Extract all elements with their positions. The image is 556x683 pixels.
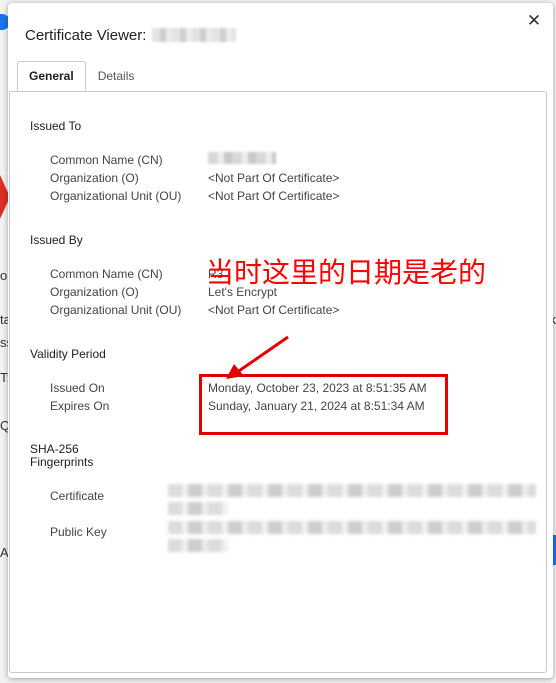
redacted-public-key-fingerprint xyxy=(168,521,536,534)
issued-by-org-label: Organization (O) xyxy=(50,285,139,299)
annotation-highlight-box xyxy=(199,374,448,435)
redacted-domain xyxy=(152,28,237,42)
dialog-title: Certificate Viewer: xyxy=(25,27,237,44)
issued-to-cn-label: Common Name (CN) xyxy=(50,153,163,167)
certificate-fingerprint-label: Certificate xyxy=(50,489,105,503)
issued-on-label: Issued On xyxy=(50,381,105,395)
tab-details[interactable]: Details xyxy=(86,61,147,91)
issued-to-ou-label: Organizational Unit (OU) xyxy=(50,189,182,203)
dialog-title-text: Certificate Viewer: xyxy=(25,27,147,44)
background-text-fragment: o xyxy=(0,268,8,283)
certificate-viewer-dialog: Certificate Viewer: ✕ General Details Is… xyxy=(8,3,553,678)
issued-to-org-label: Organization (O) xyxy=(50,171,139,185)
issued-by-cn-label: Common Name (CN) xyxy=(50,267,163,281)
public-key-fingerprint-label: Public Key xyxy=(50,525,107,539)
fingerprints-heading-line2: Fingerprints xyxy=(30,455,94,469)
issued-by-ou-value: <Not Part Of Certificate> xyxy=(208,303,340,317)
issued-to-cn-value xyxy=(208,152,276,168)
redacted-certificate-fingerprint xyxy=(168,502,228,515)
issued-to-ou-value: <Not Part Of Certificate> xyxy=(208,189,340,203)
fingerprints-heading: SHA-256 Fingerprints xyxy=(30,443,93,469)
expires-on-label: Expires On xyxy=(50,399,110,413)
issued-by-heading: Issued By xyxy=(30,233,83,247)
close-icon[interactable]: ✕ xyxy=(525,12,543,30)
issued-by-ou-label: Organizational Unit (OU) xyxy=(50,303,182,317)
tab-general[interactable]: General xyxy=(17,61,86,91)
redacted-certificate-fingerprint xyxy=(168,484,536,497)
redacted-common-name xyxy=(208,152,276,164)
tab-bar: General Details xyxy=(17,61,146,91)
annotation-text: 当时这里的日期是老的 xyxy=(206,256,487,289)
issued-to-org-value: <Not Part Of Certificate> xyxy=(208,171,340,185)
redacted-public-key-fingerprint xyxy=(168,539,228,552)
issued-to-heading: Issued To xyxy=(30,119,82,133)
validity-heading: Validity Period xyxy=(30,347,106,361)
